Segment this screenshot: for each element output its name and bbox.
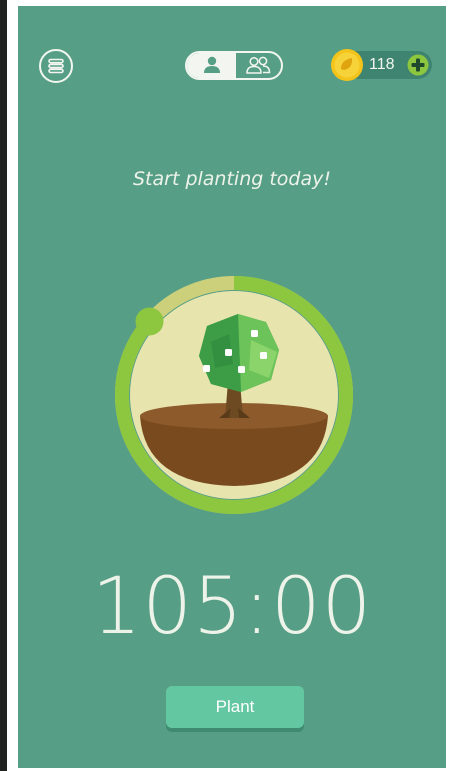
app-screen: 118 Start planting today! 105:00 Plant	[18, 6, 446, 768]
menu-icon	[48, 58, 64, 74]
mode-toggle	[185, 51, 283, 80]
timer-dial[interactable]	[111, 272, 357, 518]
plus-circle-icon[interactable]	[407, 54, 429, 76]
menu-button[interactable]	[39, 49, 73, 83]
group-icon	[246, 56, 271, 74]
tree-canopy	[199, 314, 279, 392]
group-mode-button[interactable]	[236, 53, 281, 78]
window-edge	[0, 0, 7, 771]
coin-icon	[331, 49, 363, 81]
dial-drag-handle[interactable]	[135, 307, 164, 336]
solo-mode-button[interactable]	[187, 53, 236, 78]
timer-display: 105:00	[91, 562, 373, 652]
plant-button[interactable]: Plant	[166, 686, 304, 728]
tagline: Start planting today!	[133, 168, 331, 190]
coin-count: 118	[369, 56, 395, 73]
person-icon	[204, 56, 220, 73]
